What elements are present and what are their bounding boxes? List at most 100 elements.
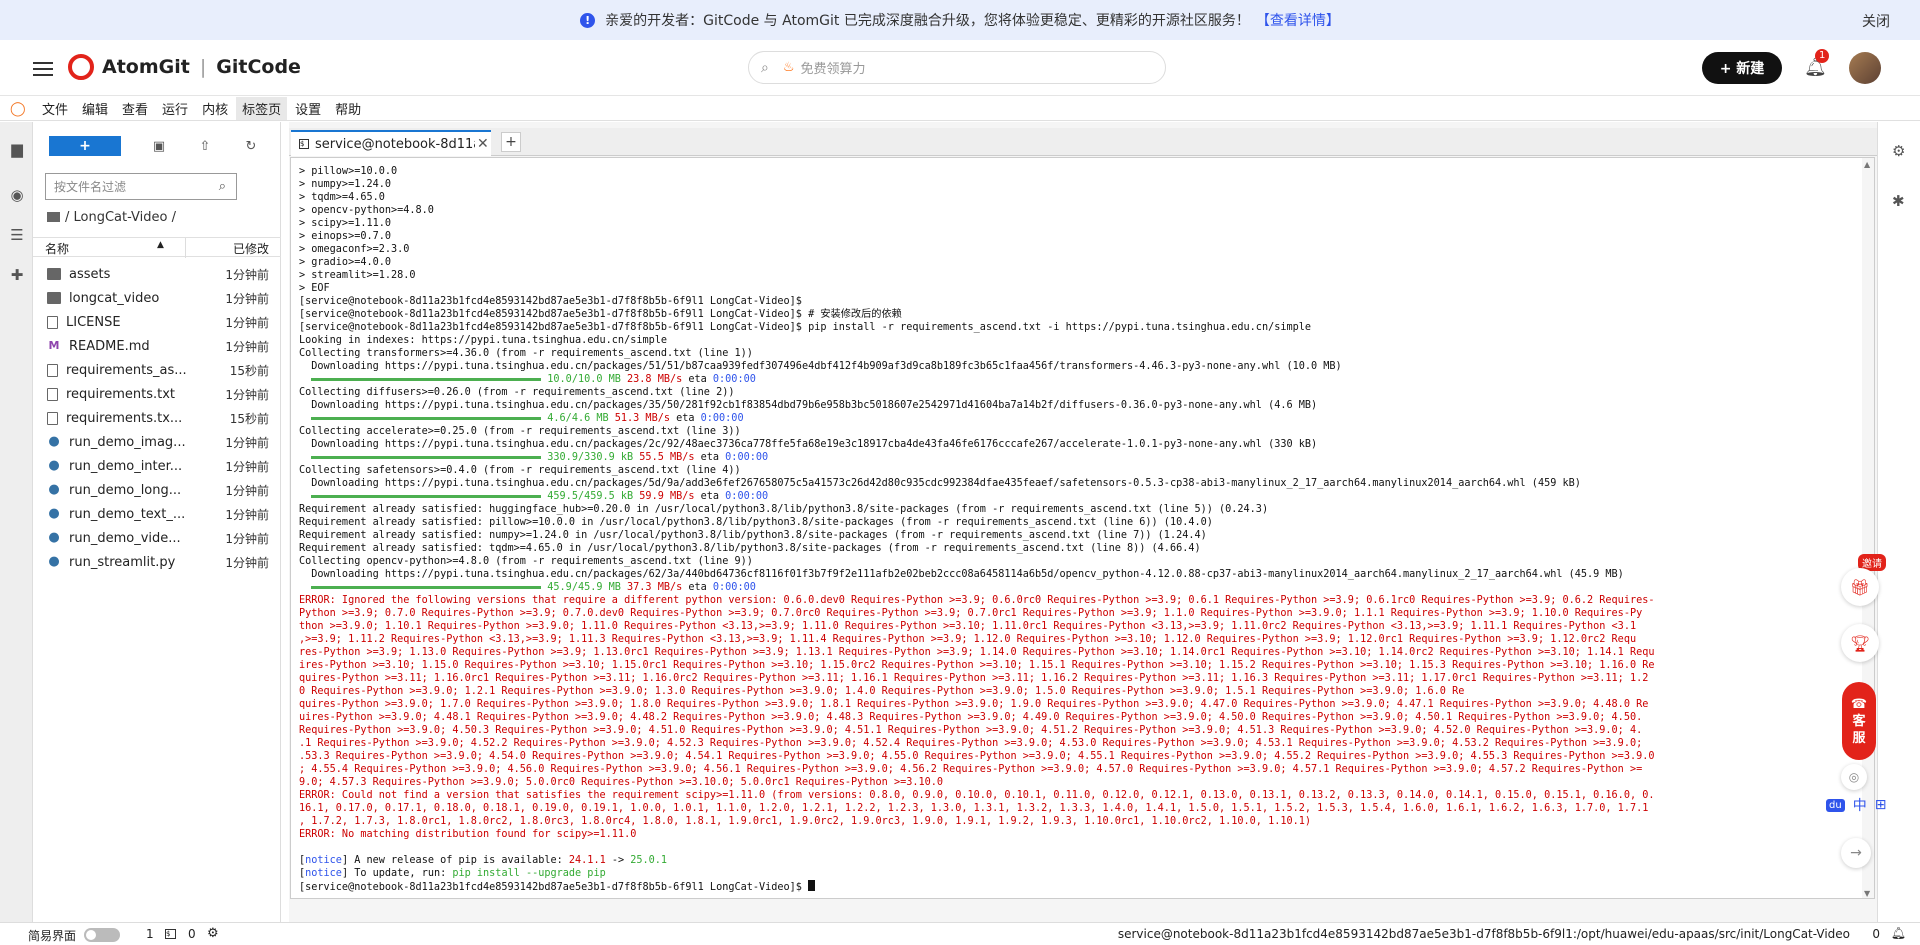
- menu-run[interactable]: 运行: [156, 97, 194, 120]
- extension-icon[interactable]: ✚: [8, 266, 26, 284]
- file-row[interactable]: M README.md 1分钟前: [33, 334, 281, 358]
- headset-icon: ☎: [1850, 696, 1868, 712]
- menu-kernel[interactable]: 内核: [196, 97, 234, 120]
- menu-view[interactable]: 查看: [116, 97, 154, 120]
- file-row[interactable]: ● run_demo_text_... 1分钟前: [33, 502, 281, 526]
- terminal-text: res-Python >=3.9; 1.13.0 Requires-Python…: [299, 647, 1655, 658]
- help-icon[interactable]: ◎: [1841, 764, 1867, 790]
- terminal-text: Downloading https://pypi.tuna.tsinghua.e…: [299, 400, 1318, 411]
- close-icon[interactable]: ✕: [477, 136, 489, 152]
- file-modified: 15秒前: [229, 411, 269, 426]
- file-filter-input[interactable]: 按文件名过滤 ⌕: [45, 173, 237, 200]
- file-modified: 1分钟前: [225, 531, 269, 546]
- file-modified: 1分钟前: [225, 555, 269, 570]
- left-sidebar-strip: ▆ ◉ ☰ ✚: [0, 122, 33, 922]
- property-inspector-icon[interactable]: ⚙: [1892, 142, 1905, 160]
- baidu-ime-icon: du: [1826, 798, 1845, 812]
- new-folder-icon[interactable]: ▣: [151, 139, 167, 154]
- notification-bell-icon[interactable]: 🔔︎ 1: [1804, 49, 1830, 78]
- terminal-line: Collecting opencv-python>=4.8.0 (from -r…: [299, 555, 1859, 568]
- terminal-line: uires-Python >=3.9.0; 4.48.1 Requires-Py…: [299, 711, 1859, 724]
- notification-bell-icon[interactable]: 🔔︎: [1891, 926, 1906, 940]
- file-row[interactable]: requirements.tx... 15秒前: [33, 406, 281, 430]
- search-icon: ⌕: [761, 59, 769, 76]
- info-icon: !: [580, 12, 596, 28]
- toc-icon[interactable]: ☰: [8, 226, 26, 244]
- refresh-icon[interactable]: ↻: [243, 139, 259, 154]
- file-row[interactable]: LICENSE 1分钟前: [33, 310, 281, 334]
- terminal-text: Requirement already satisfied: huggingfa…: [299, 504, 1269, 515]
- file-row[interactable]: requirements_as... 15秒前: [33, 358, 281, 382]
- menu-tabs[interactable]: 标签页: [236, 97, 288, 120]
- progress-eta: 0:00:00: [712, 374, 756, 385]
- file-row[interactable]: ● run_demo_imag... 1分钟前: [33, 430, 281, 454]
- terminal-text: Collecting safetensors>=0.4.0 (from -r r…: [299, 465, 741, 476]
- site-logo[interactable]: AtomGit | GitCode: [68, 54, 301, 80]
- terminal-line: [notice] To update, run: pip install --u…: [299, 868, 606, 879]
- ime-grid-icon[interactable]: ⊞: [1875, 797, 1887, 813]
- file-row[interactable]: requirements.txt 1分钟前: [33, 382, 281, 406]
- simple-mode-toggle[interactable]: [84, 928, 120, 942]
- upload-icon[interactable]: ⇧: [197, 139, 213, 154]
- file-name: assets: [69, 266, 111, 282]
- menu-file[interactable]: 文件: [36, 97, 74, 120]
- banner-message: 亲爱的开发者：GitCode 与 AtomGit 已完成深度融合升级，您将体验更…: [605, 13, 1250, 29]
- file-row[interactable]: ● run_streamlit.py 1分钟前: [33, 550, 281, 574]
- scroll-down-icon[interactable]: ▼: [1864, 889, 1870, 898]
- terminal-scrollbar[interactable]: ▲ ▼: [1862, 158, 1874, 898]
- file-name: run_demo_imag...: [69, 434, 186, 450]
- new-launcher-button[interactable]: +: [49, 136, 121, 156]
- terminal-line: Python >=3.9; 0.7.0 Requires-Python >=3.…: [299, 607, 1859, 620]
- terminal-line: Collecting diffusers>=0.26.0 (from -r re…: [299, 386, 1859, 399]
- file-row[interactable]: longcat_video 1分钟前: [33, 286, 281, 310]
- logo-atomgit-text: AtomGit: [102, 56, 190, 78]
- terminal-line: Requirement already satisfied: tqdm>=4.6…: [299, 542, 1859, 555]
- ime-toolbar[interactable]: du 中 ⊞: [1826, 795, 1886, 815]
- new-version: 25.0.1: [630, 855, 668, 866]
- add-tab-button[interactable]: +: [501, 132, 521, 152]
- trophy-icon[interactable]: 🏆︎: [1841, 624, 1879, 662]
- terminal-line: > gradio>=4.0.0: [299, 256, 1859, 269]
- simple-mode-label: 简易界面: [28, 929, 77, 943]
- file-row[interactable]: assets 1分钟前: [33, 262, 281, 286]
- hamburger-menu-icon[interactable]: [33, 58, 53, 78]
- terminal-panel[interactable]: > pillow>=10.0.0 > numpy>=1.24.0 > tqdm>=4…: [290, 157, 1875, 899]
- ime-chinese-mode[interactable]: 中: [1853, 795, 1867, 815]
- tab-bar: $ service@notebook-8d11a23b ✕ +: [289, 128, 1877, 156]
- old-version: 24.1.1: [568, 855, 606, 866]
- file-row[interactable]: ● run_demo_vide... 1分钟前: [33, 526, 281, 550]
- terminal-text: Collecting transformers>=4.36.0 (from -r…: [299, 348, 753, 359]
- menu-settings[interactable]: 设置: [289, 97, 327, 120]
- file-row[interactable]: ● run_demo_inter... 1分钟前: [33, 454, 281, 478]
- column-modified-header[interactable]: 已修改: [233, 240, 269, 257]
- menu-help[interactable]: 帮助: [329, 97, 367, 120]
- file-name: run_demo_inter...: [69, 458, 183, 474]
- search-input[interactable]: ⌕ ♨ 免费领算力: [748, 51, 1166, 84]
- kernel-count: 1: [146, 927, 154, 941]
- scroll-up-icon[interactable]: ▲: [1864, 160, 1870, 169]
- search-icon: ⌕: [218, 179, 226, 194]
- folder-icon[interactable]: ▆: [8, 140, 26, 158]
- text-file-icon: [47, 387, 58, 401]
- user-avatar[interactable]: [1849, 52, 1881, 84]
- menu-edit[interactable]: 编辑: [76, 97, 114, 120]
- customer-service-button[interactable]: ☎ 客 服: [1842, 682, 1876, 760]
- arrow-right-icon[interactable]: →: [1841, 838, 1871, 868]
- tab-terminal[interactable]: $ service@notebook-8d11a23b ✕: [291, 130, 491, 156]
- debugger-icon[interactable]: ✱: [1892, 192, 1905, 210]
- running-icon[interactable]: ◉: [8, 186, 26, 204]
- breadcrumb[interactable]: / LongCat-Video /: [47, 210, 176, 225]
- terminal-icon: $: [299, 139, 309, 149]
- banner-details-link[interactable]: 【查看详情】: [1256, 10, 1340, 30]
- file-name: longcat_video: [69, 290, 160, 306]
- gift-icon[interactable]: 🎁︎: [1841, 568, 1879, 606]
- column-name-header[interactable]: 名称: [45, 240, 69, 257]
- file-row[interactable]: ● run_demo_long... 1分钟前: [33, 478, 281, 502]
- kernel-status-icon[interactable]: ⚙: [207, 926, 219, 941]
- banner-close-button[interactable]: 关闭: [1862, 11, 1890, 31]
- new-button[interactable]: + 新建: [1702, 52, 1782, 84]
- logo-gitcode-text: GitCode: [216, 56, 301, 78]
- terminal-line: Collecting accelerate>=0.25.0 (from -r r…: [299, 425, 1859, 438]
- python-icon: ●: [48, 458, 60, 473]
- terminal-text: Looking in indexes: https://pypi.tuna.ts…: [299, 335, 668, 346]
